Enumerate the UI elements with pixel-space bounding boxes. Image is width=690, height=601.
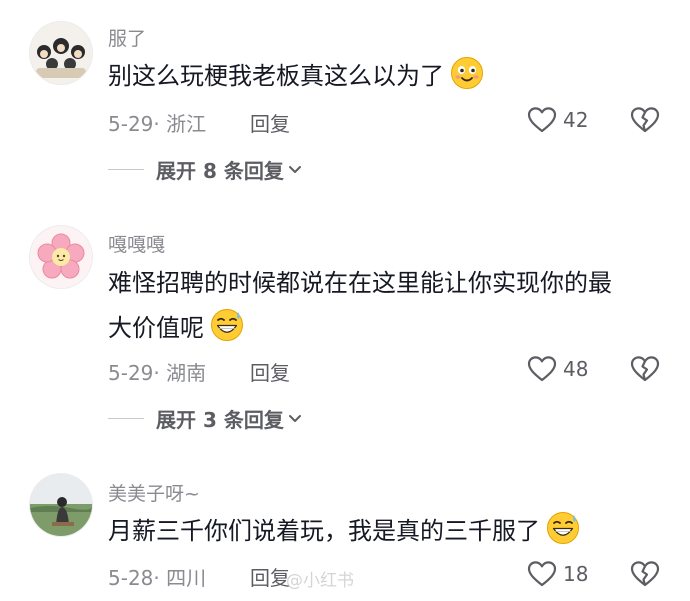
divider [108,418,144,419]
comment-date-location: 5-29· 浙江 [108,112,207,136]
reply-button[interactable]: 回复 [250,562,290,591]
comment-text-line-2: 大价值呢 [108,314,204,342]
expand-replies-button[interactable]: 展开 3 条回复 [108,404,302,433]
like-button[interactable]: 18 [527,560,588,588]
avatar[interactable] [30,226,92,288]
comment-date-location: 5-29· 湖南 [108,361,207,385]
sweat-grin-emoji [547,512,579,544]
like-count: 48 [563,357,589,381]
reply-button[interactable]: 回复 [250,357,290,386]
comment-text-body: 别这么玩梗我老板真这么以为了 [108,62,444,90]
expand-replies-label: 展开 3 条回复 [156,408,284,432]
comment-text: 月薪三千你们说着玩，我是真的三千服了 [108,509,658,554]
avatar[interactable] [30,474,92,536]
chevron-down-icon [288,414,301,422]
comment-text-body: 月薪三千你们说着玩，我是真的三千服了 [108,517,540,545]
avatar[interactable] [30,22,92,84]
username[interactable]: 美美子呀~ [108,479,200,506]
like-count: 18 [563,562,589,586]
comment-date-location: 5-28· 四川 [108,566,207,590]
expand-replies-label: 展开 8 条回复 [156,159,284,183]
reply-button[interactable]: 回复 [250,108,290,137]
expand-replies-button[interactable]: 展开 8 条回复 [108,155,302,184]
comment-text: 别这么玩梗我老板真这么以为了 [108,54,658,99]
comment-text-line-1: 难怪招聘的时候都说在在这里能让你实现你的最 [108,269,612,297]
smiling-face-emoji [451,57,483,89]
heart-outline-icon [527,561,557,587]
sweat-grin-emoji [211,309,243,341]
watermark: @小红书 [286,571,354,591]
comment-text: 难怪招聘的时候都说在在这里能让你实现你的最 大价值呢 [108,261,658,351]
username[interactable]: 嘎嘎嘎 [108,230,165,257]
heart-outline-icon [527,356,557,382]
divider [108,169,144,170]
comment-text-line-2-wrap: 大价值呢 [108,306,658,351]
heart-outline-icon [527,107,557,133]
like-button[interactable]: 42 [527,106,588,134]
username[interactable]: 服了 [108,24,146,51]
broken-heart-icon[interactable] [630,560,660,588]
like-count: 42 [563,108,589,132]
broken-heart-icon[interactable] [630,355,660,383]
chevron-down-icon [288,165,301,173]
like-button[interactable]: 48 [527,355,588,383]
broken-heart-icon[interactable] [630,106,660,134]
